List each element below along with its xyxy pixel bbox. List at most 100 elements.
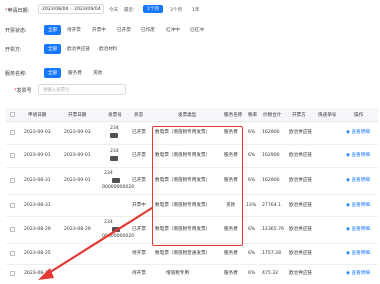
- row-checkbox[interactable]: [10, 130, 15, 135]
- tax-rate: 6%: [248, 271, 256, 276]
- view-details-link[interactable]: ◉ 查看明细: [346, 178, 370, 184]
- col-issuer[interactable]: 开票方: [292, 112, 306, 118]
- invoice-type: 增值税专用: [166, 271, 189, 276]
- table-row: 2023-08-25 待开票 数电票（增值税普通发票） 服务费 6% 1757.…: [6, 244, 378, 265]
- issuer: 欧冶供应链: [289, 203, 312, 208]
- status: 开票中: [132, 203, 146, 208]
- service: 服务费: [224, 153, 238, 158]
- col-tax-rate[interactable]: 税率: [248, 112, 257, 118]
- col-service[interactable]: 服务名称: [224, 112, 242, 118]
- quick-1-year[interactable]: 1年: [192, 7, 200, 13]
- invoice-no-label: *发票号: [14, 87, 32, 94]
- view-details-link[interactable]: ◉ 查看明细: [346, 271, 370, 277]
- status-option-red-pending[interactable]: 红冲中: [162, 25, 184, 35]
- col-issue-date[interactable]: 开票日期: [68, 112, 86, 118]
- invoice-no: 234: [104, 171, 113, 176]
- quick-3-months[interactable]: 3个月: [170, 7, 182, 13]
- issue-date: 2023-09-01: [64, 178, 91, 183]
- view-details-text: 查看明细: [351, 130, 370, 135]
- col-apply-date[interactable]: 申请日期: [28, 112, 46, 118]
- issue-date: 2023-09-03: [64, 130, 91, 135]
- tax-rate: 6%: [248, 130, 256, 135]
- issuer: 欧冶供应链: [289, 227, 312, 232]
- total: 12365.76: [262, 227, 284, 232]
- tax-rate: 13%: [246, 203, 257, 208]
- col-express[interactable]: 快递单号: [318, 112, 336, 118]
- redacted-invoice-no: [110, 133, 118, 138]
- view-details-text: 查看明细: [351, 227, 370, 232]
- redacted-invoice-no: [112, 178, 120, 183]
- view-details-link[interactable]: ◉ 查看明细: [346, 153, 370, 159]
- status: 已开票: [132, 178, 146, 183]
- status-option-voided[interactable]: 已作废: [137, 25, 159, 35]
- issuer-option-materials[interactable]: 欧冶材料: [95, 44, 121, 54]
- invoice-no-placeholder: 请输入发票号: [43, 87, 70, 93]
- invoice-table: 申请日期 开票日期 发票号 状态 发票类型 服务名称 税率 价税合计 开票方 快…: [6, 108, 378, 284]
- status-option-pending[interactable]: 待开票: [63, 25, 85, 35]
- view-details-link[interactable]: ◉ 查看明细: [346, 227, 370, 233]
- view-icon: ◉: [346, 227, 351, 232]
- issuer: 欧冶供应链: [289, 271, 312, 276]
- row-checkbox[interactable]: [10, 178, 15, 183]
- status-option-all[interactable]: 全部: [44, 25, 62, 35]
- status: 待开票: [132, 251, 146, 256]
- service: 服务费: [224, 130, 238, 135]
- row-checkbox[interactable]: [10, 203, 15, 208]
- apply-date: 2023-08-29: [24, 227, 51, 232]
- apply-date: 2023-08-31: [24, 203, 51, 208]
- select-all-checkbox[interactable]: [10, 112, 15, 117]
- row-checkbox[interactable]: [10, 251, 15, 256]
- col-total[interactable]: 价税合计: [263, 112, 281, 118]
- status-option-processing[interactable]: 开票中: [88, 25, 110, 35]
- service-option-all[interactable]: 全部: [44, 68, 62, 78]
- invoice-no-input[interactable]: 请输入发票号: [38, 84, 126, 95]
- col-status[interactable]: 状态: [134, 112, 143, 118]
- view-details-text: 查看明细: [351, 178, 370, 183]
- issuer-filter-label: 开票方:: [5, 47, 22, 53]
- apply-date-end[interactable]: 2023/09/04: [74, 7, 100, 12]
- issue-date: 2023-08-29: [64, 227, 91, 232]
- apply-date-label: *申请日期:: [5, 7, 29, 14]
- issuer-option-all[interactable]: 全部: [44, 44, 62, 54]
- view-icon: ◉: [346, 203, 351, 208]
- apply-date: 2023-08-14: [24, 271, 51, 276]
- status-option-red-done[interactable]: 已红冲: [186, 25, 208, 35]
- view-icon: ◉: [346, 130, 351, 135]
- tax-rate: 6%: [248, 251, 256, 256]
- redacted-invoice-no: [110, 156, 118, 161]
- view-icon: ◉: [346, 178, 351, 183]
- quick-today[interactable]: 今天: [109, 7, 118, 13]
- service-option-goods[interactable]: 货款: [89, 68, 106, 78]
- view-icon: ◉: [346, 271, 351, 276]
- issuer-option-supply-chain[interactable]: 欧冶供应链: [63, 44, 94, 54]
- total: 162900: [262, 178, 280, 183]
- status-option-issued[interactable]: 已开票: [113, 25, 135, 35]
- tax-rate: 6%: [248, 178, 256, 183]
- col-action[interactable]: 操作: [354, 112, 363, 118]
- status: 已开票: [132, 130, 146, 135]
- issuer: 欧冶供应链: [289, 251, 312, 256]
- col-invoice-type[interactable]: 发票类型: [178, 112, 196, 118]
- row-checkbox[interactable]: [10, 227, 15, 232]
- issuer: 欧冶供应链: [289, 153, 312, 158]
- invoice-type: 数电票（增值税专用发票）: [155, 130, 211, 135]
- issue-date: 2023-09-01: [64, 153, 91, 158]
- table-row: 2023-08-14 待开票 增值税专用 服务费 6% 475.32 欧冶供应链…: [6, 265, 378, 284]
- quick-1-month[interactable]: 1个月: [143, 5, 164, 13]
- row-checkbox[interactable]: [10, 271, 15, 276]
- service-option-fee[interactable]: 服务费: [64, 68, 86, 78]
- status-filter-label: 开票状态:: [5, 28, 27, 34]
- row-checkbox[interactable]: [10, 153, 15, 158]
- view-details-link[interactable]: ◉ 查看明细: [346, 130, 370, 136]
- apply-date: 2023-08-25: [24, 251, 51, 256]
- apply-date-start[interactable]: 2023/08/04: [42, 7, 68, 12]
- apply-date-range[interactable]: 2023/08/04 - 2023/09/04: [38, 4, 104, 14]
- total: 162900: [262, 153, 280, 158]
- view-details-link[interactable]: ◉ 查看明细: [346, 203, 370, 209]
- invoice-no: 234: [110, 126, 119, 131]
- view-details-link[interactable]: ◉ 查看明细: [346, 251, 370, 257]
- service: 服务费: [224, 271, 238, 276]
- service: 服务费: [224, 178, 238, 183]
- view-details-text: 查看明细: [351, 203, 370, 208]
- col-invoice-no[interactable]: 发票号: [108, 112, 122, 118]
